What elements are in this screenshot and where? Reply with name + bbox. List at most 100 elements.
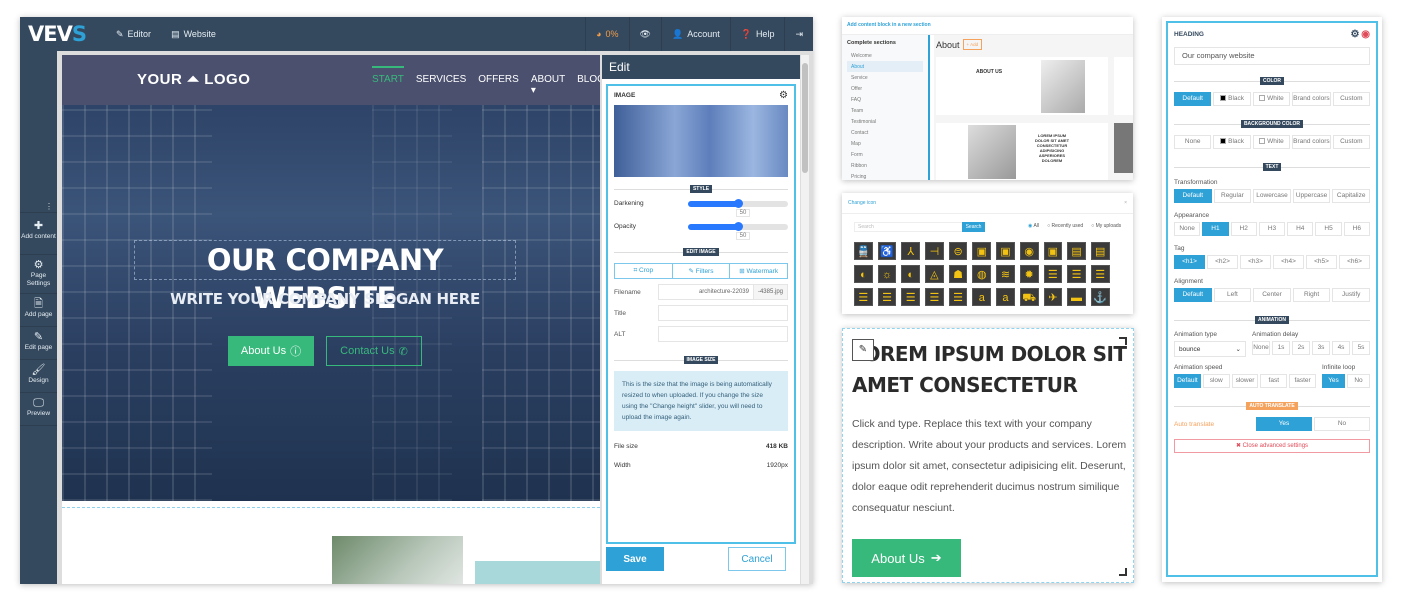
appearance-option[interactable]: H2 bbox=[1230, 222, 1257, 236]
animation-speed-option[interactable]: fast bbox=[1260, 374, 1288, 388]
cancel-button[interactable]: Cancel bbox=[728, 547, 786, 571]
icon-option[interactable]: ⛟ bbox=[1019, 288, 1039, 306]
color-option[interactable]: Black bbox=[1213, 92, 1251, 106]
icon-option[interactable]: ⊣ bbox=[925, 242, 944, 260]
icon-option[interactable]: ▤ bbox=[1090, 242, 1110, 260]
resize-corner[interactable] bbox=[1119, 568, 1127, 576]
animation-delay-option[interactable]: 3s bbox=[1312, 341, 1330, 355]
icon-option[interactable]: ◐ bbox=[901, 265, 921, 283]
background-color-option[interactable]: Black bbox=[1213, 135, 1251, 149]
appearance-option[interactable]: H5 bbox=[1315, 222, 1342, 236]
radio-all[interactable]: ◉ All bbox=[1028, 223, 1039, 229]
menu-offers[interactable]: OFFERS bbox=[478, 74, 519, 96]
menu-services[interactable]: SERVICES bbox=[416, 74, 466, 96]
animation-speed-option[interactable]: Default bbox=[1174, 374, 1201, 388]
radio-my-uploads[interactable]: ○ My uploads bbox=[1091, 223, 1121, 229]
image-thumbnail[interactable] bbox=[614, 105, 788, 177]
section-item[interactable]: FAQ bbox=[847, 94, 923, 105]
icon-option[interactable]: ☰ bbox=[948, 288, 968, 306]
icon-option[interactable]: ☼ bbox=[877, 265, 897, 283]
tag-option[interactable]: <h3> bbox=[1240, 255, 1271, 269]
auto-translate-option[interactable]: No bbox=[1314, 417, 1370, 431]
icon-option[interactable]: ◉ bbox=[1019, 242, 1039, 260]
help-button[interactable]: ❓ Help bbox=[729, 17, 785, 51]
icon-option[interactable]: ☰ bbox=[877, 288, 897, 306]
resize-corner[interactable] bbox=[1119, 337, 1127, 345]
icon-option[interactable]: a bbox=[972, 288, 992, 306]
section-item[interactable]: Form bbox=[847, 149, 923, 160]
alignment-option[interactable]: Right bbox=[1292, 288, 1331, 302]
section-item[interactable]: Contact bbox=[847, 127, 923, 138]
progress-indicator[interactable]: ◕ 0% bbox=[585, 17, 628, 51]
hero-subtitle[interactable]: WRITE YOUR COMPANY SLOGAN HERE bbox=[134, 290, 516, 308]
transformation-option[interactable]: Capitalize bbox=[1332, 189, 1370, 203]
save-button[interactable]: Save bbox=[606, 547, 664, 571]
icon-option[interactable]: ≋ bbox=[996, 265, 1015, 283]
block-heading[interactable]: LOREM IPSUM DOLOR SIT AMET CONSECTETUR bbox=[852, 339, 1132, 401]
pencil-icon[interactable]: ✎ bbox=[852, 339, 874, 361]
animation-speed-option[interactable]: slow bbox=[1202, 374, 1230, 388]
icon-option[interactable]: ▤ bbox=[1067, 242, 1086, 260]
section-item[interactable]: Offer bbox=[847, 83, 923, 94]
icon-option[interactable]: ☰ bbox=[925, 288, 944, 306]
section-item[interactable]: Team bbox=[847, 105, 923, 116]
title-input[interactable] bbox=[658, 305, 788, 321]
section-item[interactable]: About bbox=[847, 61, 923, 72]
close-advanced-settings-button[interactable]: ✖ Close advanced settings bbox=[1174, 439, 1370, 453]
sidebar-item-add-page[interactable]: 🗎 Add page bbox=[20, 295, 57, 327]
icon-option[interactable]: ◐ bbox=[854, 265, 873, 283]
auto-translate-option[interactable]: Yes bbox=[1256, 417, 1312, 431]
preview-button[interactable]: 👁 bbox=[628, 17, 661, 51]
alignment-option[interactable]: Default bbox=[1174, 288, 1212, 302]
darkening-value[interactable]: 50 bbox=[736, 209, 750, 217]
menu-about[interactable]: ABOUT ▾ bbox=[531, 74, 565, 96]
icon-option[interactable]: ⚓ bbox=[1090, 288, 1110, 306]
heading-text-input[interactable]: Our company website bbox=[1174, 47, 1370, 65]
icon-option[interactable]: ☗ bbox=[948, 265, 968, 283]
radio-recently-used[interactable]: ○ Recently used bbox=[1047, 223, 1083, 229]
icon-option[interactable]: ▬ bbox=[1067, 288, 1086, 306]
logout-button[interactable]: ⇥ bbox=[784, 17, 813, 51]
template-about-3[interactable]: LOREM IPSUM DOLOR SIT AMET CONSECTETUR A… bbox=[936, 123, 1108, 180]
color-option[interactable]: Default bbox=[1174, 92, 1212, 106]
icon-option[interactable]: ☰ bbox=[1043, 265, 1063, 283]
transformation-option[interactable]: Lowercase bbox=[1253, 189, 1291, 203]
animation-delay-option[interactable]: 5s bbox=[1352, 341, 1370, 355]
icon-search-button[interactable]: Search bbox=[962, 222, 985, 232]
icon-option[interactable]: ♿ bbox=[877, 242, 897, 260]
template-about-2[interactable] bbox=[1114, 57, 1133, 115]
site-logo[interactable]: YOUR ⏶ LOGO bbox=[137, 71, 250, 88]
sidebar-item-edit-page[interactable]: ✎ Edit page bbox=[20, 328, 57, 360]
hero-title[interactable]: OUR COMPANY WEBSITE bbox=[134, 240, 516, 315]
icon-option[interactable]: ☰ bbox=[901, 288, 921, 306]
gear-icon[interactable]: ⚙ bbox=[1350, 29, 1359, 40]
contact-us-button[interactable]: Contact Us ✆ bbox=[326, 336, 422, 366]
icon-option[interactable]: ▣ bbox=[996, 242, 1015, 260]
infinite-loop-option[interactable]: No bbox=[1347, 374, 1370, 388]
icon-option[interactable]: ◍ bbox=[972, 265, 992, 283]
transformation-option[interactable]: Default bbox=[1174, 189, 1212, 203]
animation-type-select[interactable]: bounce ⌄ bbox=[1174, 341, 1246, 357]
alignment-option[interactable]: Justify bbox=[1332, 288, 1370, 302]
animation-delay-option[interactable]: 2s bbox=[1292, 341, 1310, 355]
opacity-value[interactable]: 50 bbox=[736, 232, 750, 240]
filename-input[interactable]: architecture-22039 -4385.jpg bbox=[658, 284, 788, 300]
template-about-1[interactable]: ABOUT US bbox=[936, 57, 1108, 115]
crop-button[interactable]: ⌗ Crop bbox=[615, 264, 673, 278]
tag-option[interactable]: <h6> bbox=[1339, 255, 1370, 269]
gear-icon[interactable]: ⚙ bbox=[779, 90, 788, 101]
opacity-slider[interactable] bbox=[688, 221, 788, 231]
alignment-option[interactable]: Center bbox=[1253, 288, 1291, 302]
tag-option[interactable]: <h5> bbox=[1306, 255, 1337, 269]
menu-blog[interactable]: BLOG bbox=[577, 74, 600, 96]
section-item[interactable]: Map bbox=[847, 138, 923, 149]
background-color-option[interactable]: White bbox=[1252, 135, 1291, 149]
icon-search-input[interactable]: Search bbox=[854, 222, 964, 232]
color-option[interactable]: Brand colors bbox=[1292, 92, 1331, 106]
icon-option[interactable]: ✹ bbox=[1019, 265, 1039, 283]
animation-delay-option[interactable]: None bbox=[1252, 341, 1270, 355]
section-item[interactable]: Service bbox=[847, 72, 923, 83]
color-option[interactable]: White bbox=[1252, 92, 1291, 106]
tag-option[interactable]: <h2> bbox=[1207, 255, 1238, 269]
template-about-4[interactable] bbox=[1114, 123, 1133, 173]
